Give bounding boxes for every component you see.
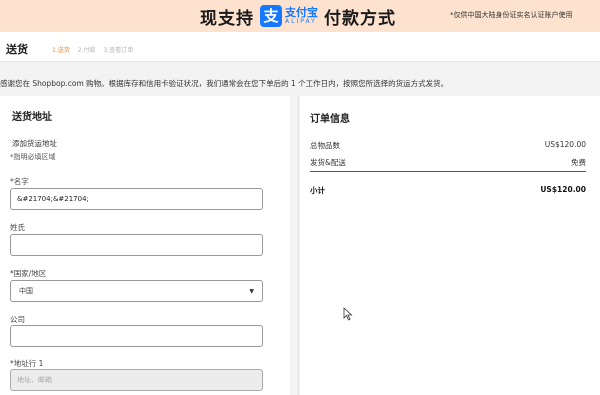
alipay-logo: 支 支付宝 ALIPAY bbox=[260, 5, 318, 27]
add-address-label: 添加货运地址 bbox=[12, 139, 57, 148]
summary-row-subtotal: 小计 US$120.00 bbox=[310, 185, 586, 196]
alipay-promo-banner: 现支持 支 支付宝 ALIPAY 付款方式 *仅供中国大陆身份证实名认证账户使用 bbox=[0, 0, 600, 32]
step-payment: 2.付款 bbox=[77, 47, 96, 54]
address-line1-field[interactable] bbox=[10, 369, 263, 391]
checkout-steps: 1.送货 2.付款 3.查看订单 bbox=[52, 45, 141, 54]
summary-items-value: US$120.00 bbox=[544, 140, 586, 149]
step-review: 3.查看订单 bbox=[103, 47, 134, 54]
subtotal-value: US$120.00 bbox=[540, 185, 586, 194]
subtotal-label: 小计 bbox=[310, 186, 325, 195]
address-line1-label: *地址行 1 bbox=[10, 359, 44, 368]
first-name-field[interactable] bbox=[10, 188, 263, 210]
last-name-label: 姓氏 bbox=[10, 223, 25, 232]
country-label: *国家/地区 bbox=[10, 269, 47, 278]
company-field[interactable] bbox=[10, 325, 263, 347]
summary-shipping-label: 发货&配送 bbox=[310, 158, 346, 167]
panel-divider bbox=[298, 96, 299, 395]
summary-divider bbox=[310, 171, 586, 172]
banner-prefix: 现支持 bbox=[200, 8, 254, 29]
summary-row-shipping: 发货&配送 免费 bbox=[310, 157, 586, 168]
required-fields-note: *指明必填区域 bbox=[10, 153, 56, 161]
shipping-notice: 感谢您在 Shopbop.com 购物。根据库存和信用卡验证状况，我们通常会在您… bbox=[0, 79, 449, 88]
banner-suffix: 付款方式 bbox=[324, 8, 396, 29]
order-summary-panel: 订单信息 总物品数 US$120.00 发货&配送 免费 小计 US$120.0… bbox=[300, 96, 600, 395]
banner-headline: 现支持 支 支付宝 ALIPAY 付款方式 bbox=[200, 3, 396, 29]
mouse-cursor-icon bbox=[343, 307, 353, 321]
order-summary-title: 订单信息 bbox=[310, 114, 350, 125]
last-name-field[interactable] bbox=[10, 234, 263, 256]
alipay-logo-cn: 支付宝 bbox=[285, 6, 318, 19]
alipay-logo-en: ALIPAY bbox=[285, 18, 317, 25]
banner-note: *仅供中国大陆身份证实名认证账户使用 bbox=[450, 11, 573, 19]
chevron-down-icon: ▼ bbox=[249, 287, 254, 295]
country-selected-value: 中国 bbox=[19, 287, 33, 295]
company-label: 公司 bbox=[10, 315, 25, 324]
step-shipping[interactable]: 1.送货 bbox=[52, 45, 70, 54]
summary-shipping-value: 免费 bbox=[571, 158, 586, 167]
checkout-header: 送货 1.送货 2.付款 3.查看订单 bbox=[0, 32, 600, 62]
summary-row-items: 总物品数 US$120.00 bbox=[310, 140, 586, 151]
country-select[interactable]: 中国 ▼ bbox=[10, 280, 263, 302]
alipay-logo-icon: 支 bbox=[260, 5, 282, 27]
shipping-address-title: 送货地址 bbox=[12, 112, 52, 123]
page-title: 送货 bbox=[6, 43, 28, 56]
summary-items-label: 总物品数 bbox=[310, 141, 340, 150]
first-name-label: *名字 bbox=[10, 177, 29, 186]
shipping-address-panel: 送货地址 添加货运地址 *指明必填区域 *名字 姓氏 *国家/地区 中国 ▼ 公… bbox=[0, 96, 290, 395]
